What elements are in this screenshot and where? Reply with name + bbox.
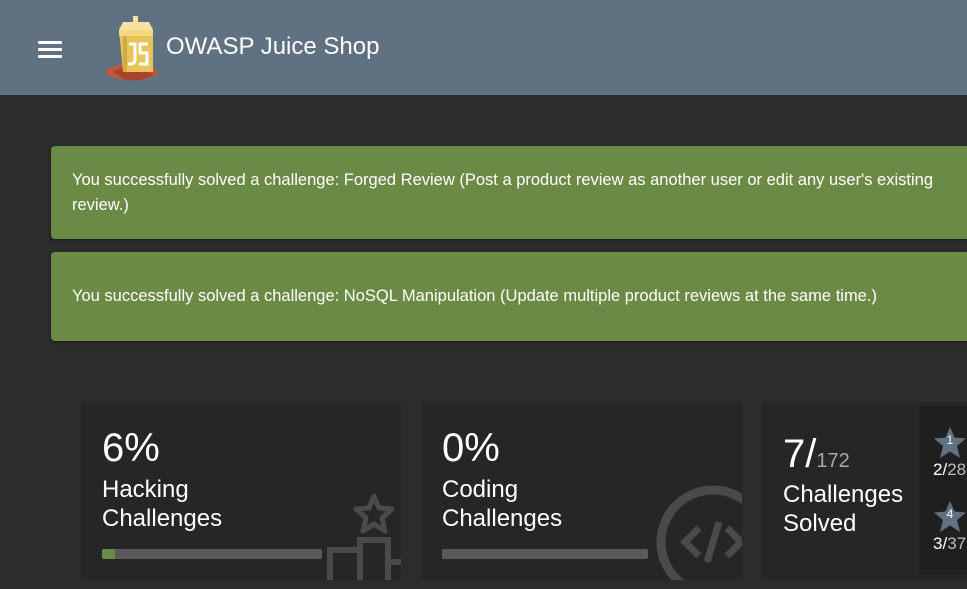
- difficulty-ratio: 3/37: [933, 534, 967, 553]
- hacking-progress-fill: [102, 549, 116, 559]
- code-icon: [656, 485, 742, 580]
- difficulty-ratio: 2/28: [933, 460, 967, 479]
- difficulty-level: 4: [946, 507, 954, 521]
- challenge-solved-notification[interactable]: You successfully solved a challenge: NoS…: [51, 252, 967, 341]
- top-toolbar: OWASP Juice Shop: [0, 0, 967, 95]
- difficulty-level: 1: [946, 433, 954, 447]
- difficulty-total: 28: [947, 460, 967, 479]
- solved-label: Challenges Solved: [783, 480, 903, 538]
- hacking-label: Hacking Challenges: [102, 475, 222, 533]
- hacking-label-line2: Challenges: [102, 505, 223, 532]
- coding-percent: 0%: [442, 426, 500, 470]
- solved-count-display: 7/172: [783, 432, 850, 477]
- solved-total: 172: [816, 450, 850, 472]
- coding-label-line1: Coding: [442, 476, 519, 503]
- solved-label-line1: Challenges: [783, 481, 904, 508]
- notification-text: You successfully solved a challenge: NoS…: [72, 287, 877, 305]
- difficulty-solved: 3: [933, 534, 943, 553]
- hacking-challenges-card: 6% Hacking Challenges: [81, 402, 401, 580]
- coding-label-line2: Challenges: [442, 505, 563, 532]
- solved-separator: /: [805, 432, 817, 476]
- menu-icon[interactable]: [30, 30, 70, 68]
- coding-label: Coding Challenges: [442, 475, 562, 533]
- difficulty-breakdown: 1 2/28 4 3/37: [919, 406, 967, 575]
- hacking-label-line1: Hacking: [102, 476, 189, 503]
- juice-box-logo-icon[interactable]: [103, 14, 165, 84]
- solved-count: 7: [783, 432, 806, 476]
- difficulty-solved: 2: [933, 460, 943, 479]
- solved-label-line2: Solved: [783, 510, 857, 537]
- coding-progress-bar: [442, 549, 648, 559]
- coding-challenges-card: 0% Coding Challenges: [421, 402, 742, 580]
- hacking-progress-bar: [102, 549, 322, 559]
- notification-text: You successfully solved a challenge: For…: [72, 170, 933, 214]
- difficulty-total: 37: [947, 534, 967, 553]
- challenge-solved-notification[interactable]: You successfully solved a challenge: For…: [51, 146, 967, 239]
- podium-star-icon: [327, 493, 401, 580]
- hacking-percent: 6%: [102, 426, 160, 470]
- app-title[interactable]: OWASP Juice Shop: [166, 33, 379, 61]
